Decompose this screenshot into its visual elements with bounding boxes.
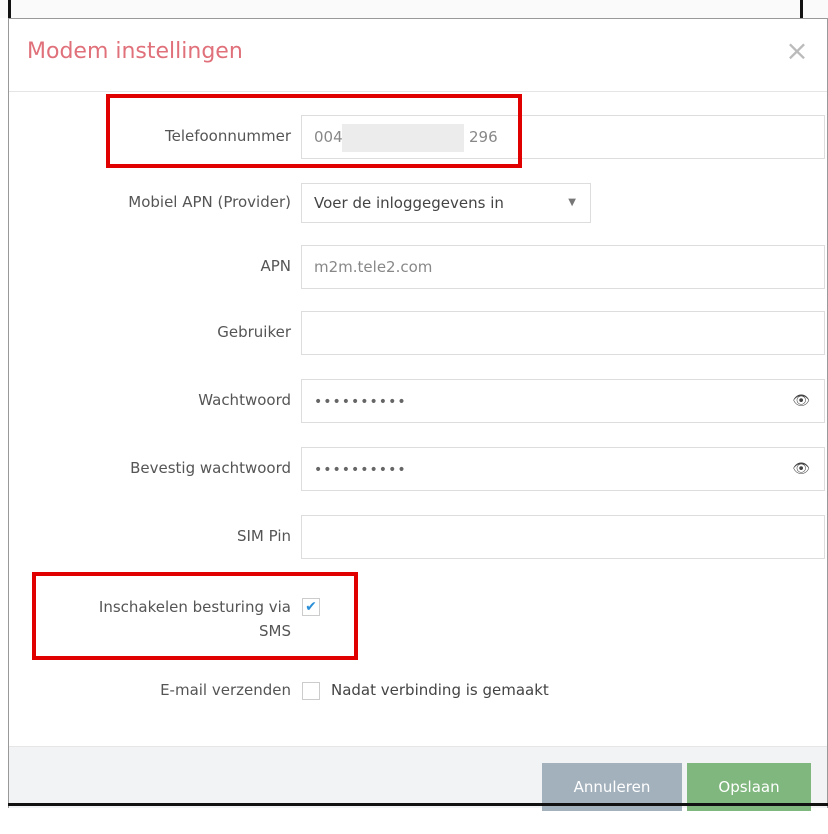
close-icon[interactable]: ×: [785, 37, 809, 65]
confirm-password-value: ••••••••••: [314, 462, 407, 478]
user-input[interactable]: [301, 311, 825, 355]
eye-icon[interactable]: 👁: [792, 448, 810, 490]
apn-value: m2m.tele2.com: [314, 258, 433, 276]
confirm-password-input[interactable]: •••••••••• 👁: [301, 447, 825, 491]
eye-icon[interactable]: 👁: [792, 380, 810, 422]
password-label: Wachtwoord: [198, 391, 291, 409]
dialog-header: Modem instellingen ×: [9, 19, 827, 92]
highlight-box-phone: [106, 94, 522, 168]
email-label: E-mail verzenden: [160, 681, 291, 699]
email-option-label[interactable]: Nadat verbinding is gemaakt: [331, 681, 549, 699]
sim-pin-input[interactable]: [301, 515, 825, 559]
highlight-box-sms: [32, 572, 358, 660]
password-input[interactable]: •••••••••• 👁: [301, 379, 825, 423]
sim-pin-label: SIM Pin: [236, 527, 291, 545]
chevron-down-icon: ▼: [568, 197, 576, 208]
apn-provider-selected: Voer de inloggegevens in: [314, 194, 504, 212]
window-frame-bottom: [8, 803, 828, 806]
dialog-title: Modem instellingen: [27, 39, 243, 64]
password-value: ••••••••••: [314, 394, 407, 410]
email-checkbox[interactable]: [302, 682, 320, 700]
dialog-footer: Annuleren Opslaan: [9, 746, 827, 811]
window-frame: [8, 0, 803, 18]
apn-label: APN: [260, 257, 291, 275]
apn-provider-select[interactable]: Voer de inloggegevens in ▼: [301, 183, 591, 223]
apn-input[interactable]: m2m.tele2.com: [301, 245, 825, 289]
apn-provider-label: Mobiel APN (Provider): [128, 193, 291, 211]
user-label: Gebruiker: [217, 323, 291, 341]
confirm-password-label: Bevestig wachtwoord: [130, 459, 291, 477]
